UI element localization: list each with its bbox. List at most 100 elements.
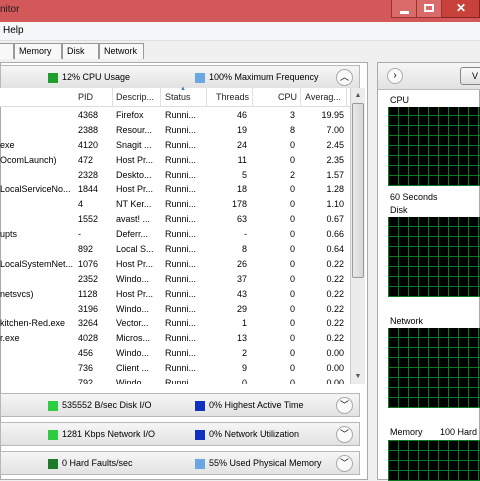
process-cpu: 0 [289, 214, 295, 225]
process-cpu: 0 [289, 348, 295, 359]
process-description: Host Pr... [116, 184, 154, 195]
process-description: Deskto... [116, 169, 152, 180]
table-row[interactable]: LocalSystemNet... 1076 Host Pr... Runni... 2… [0, 257, 350, 272]
process-average: 0.67 [326, 214, 344, 225]
process-threads: 26 [236, 258, 247, 269]
chevron-down-icon[interactable]: ﹀ [336, 426, 353, 443]
table-row[interactable]: upts - Deferr... Runni... - 0 0.66 [0, 227, 350, 242]
process-status: Runni... [165, 333, 197, 344]
process-threads: 19 [236, 124, 247, 135]
table-row[interactable]: 1552 avast! ... Runni... 63 0 0.67 [0, 212, 350, 227]
table-row[interactable]: LocalServiceNo... 1844 Host Pr... Runni... 1… [0, 182, 350, 197]
process-average: 1.57 [326, 169, 344, 180]
network-graph [388, 328, 480, 408]
table-row[interactable]: 2352 Windo... Runni... 37 0 0.22 [0, 272, 350, 287]
table-row[interactable]: netsvcs) 1128 Host Pr... Runni... 43 0 0.22 [0, 287, 350, 302]
process-average: 0.22 [326, 333, 344, 344]
process-image: upts [0, 229, 18, 240]
maximize-icon [424, 4, 434, 12]
process-image: kitchen-Red.exe [0, 318, 66, 329]
process-scrollbar[interactable]: ▲ ▼ [350, 88, 365, 384]
cpu-graph-label: CPU [390, 95, 410, 105]
scroll-thumb[interactable] [352, 103, 364, 278]
close-button[interactable]: ✕ [442, 0, 480, 18]
table-row[interactable]: 456 Windo... Runni... 2 0 0.00 [0, 346, 350, 361]
process-average: 0.00 [326, 363, 344, 374]
process-description: Windo... [116, 273, 150, 284]
process-pid: 792 [78, 378, 94, 384]
table-row[interactable]: 2328 Deskto... Runni... 5 2 1.57 [0, 168, 350, 183]
tab-disk[interactable]: Disk [62, 43, 99, 59]
table-row[interactable]: 792 Windo... Runni... 0 0 0.00 [0, 376, 350, 384]
memory-section-header[interactable]: 0 Hard Faults/sec 55% Used Physical Memo… [0, 451, 360, 475]
process-threads: 11 [237, 154, 247, 165]
process-average: 0.22 [326, 258, 344, 269]
minimize-icon [400, 11, 409, 14]
hard-faults-swatch [48, 459, 58, 469]
title-bar: nitor ✕ [0, 0, 480, 22]
tab-cpu-partial[interactable] [0, 43, 14, 59]
process-threads: - [244, 229, 247, 240]
table-row[interactable]: exe 4120 Snagit ... Runni... 24 0 2.45 [0, 138, 350, 153]
chevron-right-icon[interactable]: › [387, 68, 403, 84]
process-average: 0.66 [326, 229, 344, 240]
col-status[interactable]: Status [165, 92, 191, 102]
process-average: 0.22 [326, 273, 344, 284]
col-pid[interactable]: PID [78, 92, 93, 102]
process-status: Runni... [165, 363, 197, 374]
process-average: 0.22 [326, 288, 344, 299]
table-row[interactable]: r.exe 4028 Micros... Runni... 13 0 0.22 [0, 331, 350, 346]
network-io-text: 1281 Kbps Network I/O [62, 429, 156, 439]
process-average: 0.22 [326, 303, 344, 314]
maximize-button[interactable] [417, 0, 442, 18]
process-cpu: 0 [289, 199, 295, 210]
views-button[interactable]: V [460, 67, 480, 85]
minimize-button[interactable] [391, 0, 417, 18]
table-row[interactable]: 736 Client ... Runni... 9 0 0.00 [0, 361, 350, 376]
memory-graph [388, 440, 480, 481]
process-status: Runni... [165, 229, 197, 240]
network-utilization-text: 0% Network Utilization [209, 429, 300, 439]
process-threads: 37 [236, 273, 247, 284]
process-cpu: 0 [289, 244, 295, 255]
active-time-text: 0% Highest Active Time [209, 400, 304, 410]
table-row[interactable]: 4 NT Ker... Runni... 178 0 1.10 [0, 197, 350, 212]
chevron-down-icon[interactable]: ﹀ [336, 455, 353, 472]
col-cpu[interactable]: CPU [278, 92, 297, 102]
process-description: Local S... [116, 244, 154, 255]
max-frequency-swatch [195, 73, 205, 83]
process-pid: 2388 [78, 124, 99, 135]
process-description: Snagit ... [116, 139, 152, 150]
process-status: Runni... [165, 378, 197, 384]
table-row[interactable]: 892 Local S... Runni... 8 0 0.64 [0, 242, 350, 257]
col-description[interactable]: Descrip... [116, 92, 154, 102]
process-status: Runni... [165, 154, 197, 165]
table-row[interactable]: 3196 Windo... Runni... 29 0 0.22 [0, 302, 350, 317]
table-row[interactable]: kitchen-Red.exe 3264 Vector... Runni... 1 0 0.… [0, 316, 350, 331]
disk-section-header[interactable]: 535552 B/sec Disk I/O 0% Highest Active … [0, 393, 360, 417]
process-status: Runni... [165, 169, 197, 180]
menu-help[interactable]: Help [3, 25, 24, 36]
chevron-down-icon[interactable]: ﹀ [336, 397, 353, 414]
scroll-down-arrow-icon[interactable]: ▼ [352, 370, 364, 383]
table-row[interactable]: 4368 Firefox Runni... 46 3 19.95 [0, 108, 350, 123]
network-section-header[interactable]: 1281 Kbps Network I/O 0% Network Utiliza… [0, 422, 360, 446]
scroll-up-arrow-icon[interactable]: ▲ [352, 89, 364, 102]
process-threads: 2 [241, 348, 247, 359]
process-pid: 1552 [78, 214, 99, 225]
col-threads[interactable]: Threads [216, 92, 249, 102]
table-row[interactable]: 2388 Resour... Runni... 19 8 7.00 [0, 123, 350, 138]
process-status: Runni... [165, 258, 197, 269]
process-cpu: 0 [289, 273, 295, 284]
process-status: Runni... [165, 124, 197, 135]
process-average: 1.28 [326, 184, 344, 195]
tab-network[interactable]: Network [99, 43, 144, 59]
process-pid: 4368 [78, 110, 99, 120]
chevron-up-icon[interactable]: ︿ [336, 69, 353, 86]
col-average[interactable]: Averag... [305, 92, 341, 102]
table-row[interactable]: OcomLaunch) 472 Host Pr... Runni... 11 0 2.35 [0, 153, 350, 168]
process-cpu: 2 [289, 169, 295, 180]
process-cpu: 0 [289, 184, 295, 195]
tab-memory[interactable]: Memory [14, 43, 62, 59]
process-status: Runni... [165, 184, 197, 195]
